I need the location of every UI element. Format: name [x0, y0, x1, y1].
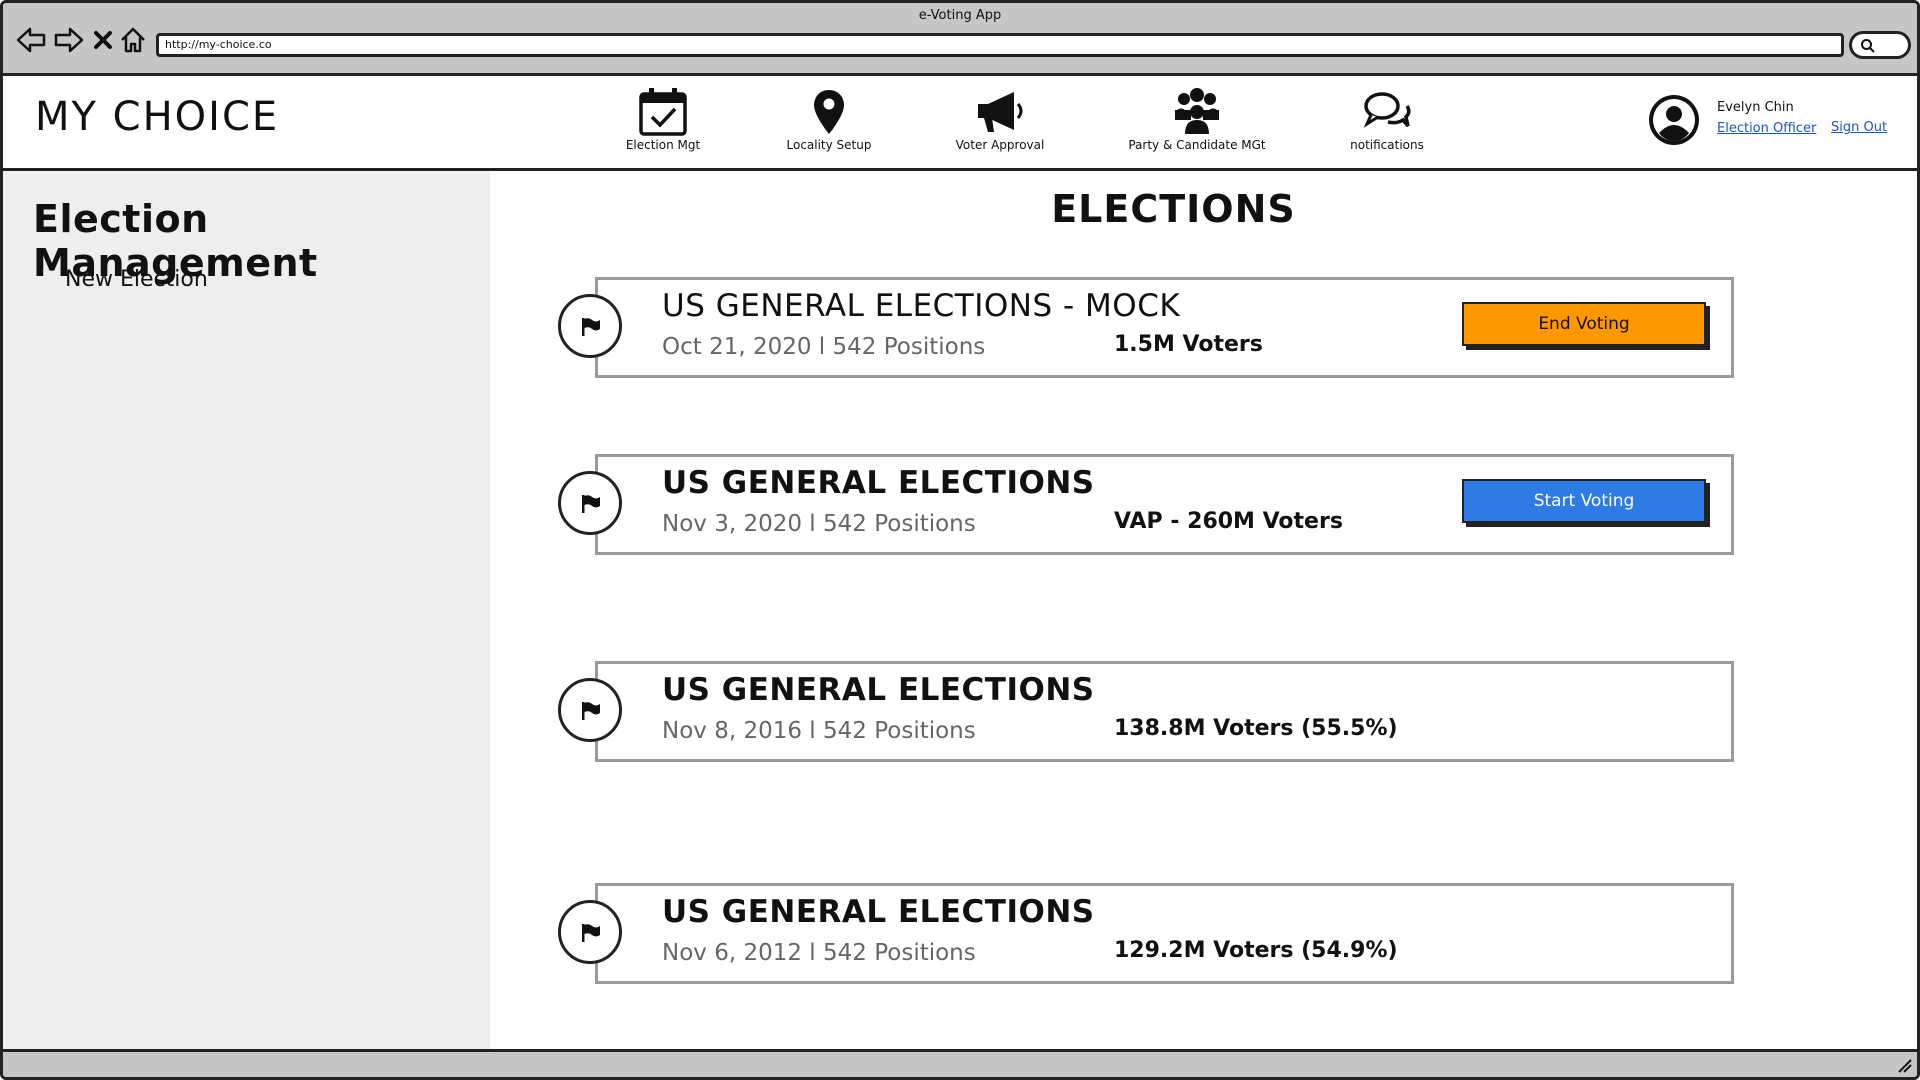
avatar[interactable] — [1647, 93, 1701, 147]
users-group-icon — [1175, 88, 1219, 134]
nav-label: notifications — [1350, 138, 1424, 152]
election-voters: 129.2M Voters (54.9%) — [1114, 938, 1398, 963]
flag-icon — [582, 702, 600, 720]
flag-icon — [582, 924, 600, 942]
nav-label: Locality Setup — [786, 138, 872, 152]
election-card[interactable]: US GENERAL ELECTIONS Nov 6, 2012 l 542 P… — [558, 883, 1734, 984]
close-icon[interactable] — [91, 25, 115, 55]
flag-badge — [558, 900, 622, 964]
election-voters: 1.5M Voters — [1114, 332, 1263, 357]
sidebar: Election Management New Election — [3, 171, 490, 1049]
nav-party-candidate-mgt[interactable]: Party & Candidate MGt — [1107, 86, 1287, 152]
nav-label: Election Mgt — [625, 138, 701, 152]
election-voters: 138.8M Voters (55.5%) — [1114, 716, 1398, 741]
election-date-positions: Oct 21, 2020 l 542 Positions — [662, 334, 986, 360]
nav-label: Party & Candidate MGt — [1128, 138, 1266, 152]
search-icon — [1861, 39, 1875, 53]
sign-out-link[interactable]: Sign Out — [1831, 120, 1887, 135]
nav-voter-approval[interactable]: Voter Approval — [910, 86, 1090, 152]
nav-label: Voter Approval — [955, 138, 1045, 152]
election-card[interactable]: US GENERAL ELECTIONS - MOCK Oct 21, 2020… — [558, 277, 1734, 378]
election-card[interactable]: US GENERAL ELECTIONS Nov 8, 2016 l 542 P… — [558, 661, 1734, 762]
election-title: US GENERAL ELECTIONS — [662, 465, 1095, 501]
map-pin-icon — [814, 90, 844, 134]
nav-notifications[interactable]: notifications — [1297, 86, 1477, 152]
start-voting-button[interactable]: Start Voting — [1462, 479, 1706, 523]
flag-icon — [582, 318, 600, 336]
url-bar[interactable]: http://my-choice.co — [156, 33, 1844, 57]
election-card[interactable]: US GENERAL ELECTIONS Nov 3, 2020 l 542 P… — [558, 454, 1734, 555]
user-role-link[interactable]: Election Officer — [1717, 121, 1816, 136]
calendar-check-icon — [639, 88, 687, 136]
resize-grip-icon[interactable] — [1895, 1056, 1913, 1074]
page-title: ELECTIONS — [1051, 187, 1296, 231]
browser-search-button[interactable] — [1849, 31, 1911, 59]
new-election-link[interactable]: New Election — [65, 267, 208, 292]
user-name: Evelyn Chin — [1717, 100, 1794, 115]
forward-icon[interactable] — [53, 25, 85, 55]
window-title: e-Voting App — [918, 8, 1002, 23]
election-title: US GENERAL ELECTIONS — [662, 894, 1095, 930]
election-voters: VAP - 260M Voters — [1114, 509, 1343, 534]
browser-chrome: e-Voting App http://my-choice.co — [3, 3, 1917, 76]
back-icon[interactable] — [15, 25, 47, 55]
brand-logo[interactable]: MY CHOICE — [35, 94, 279, 140]
flag-icon — [582, 495, 600, 513]
election-title: US GENERAL ELECTIONS - MOCK — [662, 288, 1181, 324]
election-date-positions: Nov 8, 2016 l 542 Positions — [662, 718, 976, 744]
nav-election-mgt[interactable]: Election Mgt — [573, 86, 753, 152]
election-title: US GENERAL ELECTIONS — [662, 672, 1095, 708]
app-header: MY CHOICE Election Mgt Locality Setup Vo… — [3, 76, 1917, 171]
flag-badge — [558, 678, 622, 742]
flag-badge — [558, 471, 622, 535]
home-icon[interactable] — [119, 25, 147, 55]
browser-window: e-Voting App http://my-choice.co MY CHOI… — [0, 0, 1920, 1080]
election-date-positions: Nov 3, 2020 l 542 Positions — [662, 511, 976, 537]
nav-locality-setup[interactable]: Locality Setup — [739, 86, 919, 152]
election-date-positions: Nov 6, 2012 l 542 Positions — [662, 940, 976, 966]
end-voting-button[interactable]: End Voting — [1462, 302, 1706, 346]
megaphone-icon — [978, 92, 1023, 132]
status-bar — [3, 1049, 1917, 1077]
flag-badge — [558, 294, 622, 358]
chat-bubbles-icon — [1363, 92, 1411, 128]
